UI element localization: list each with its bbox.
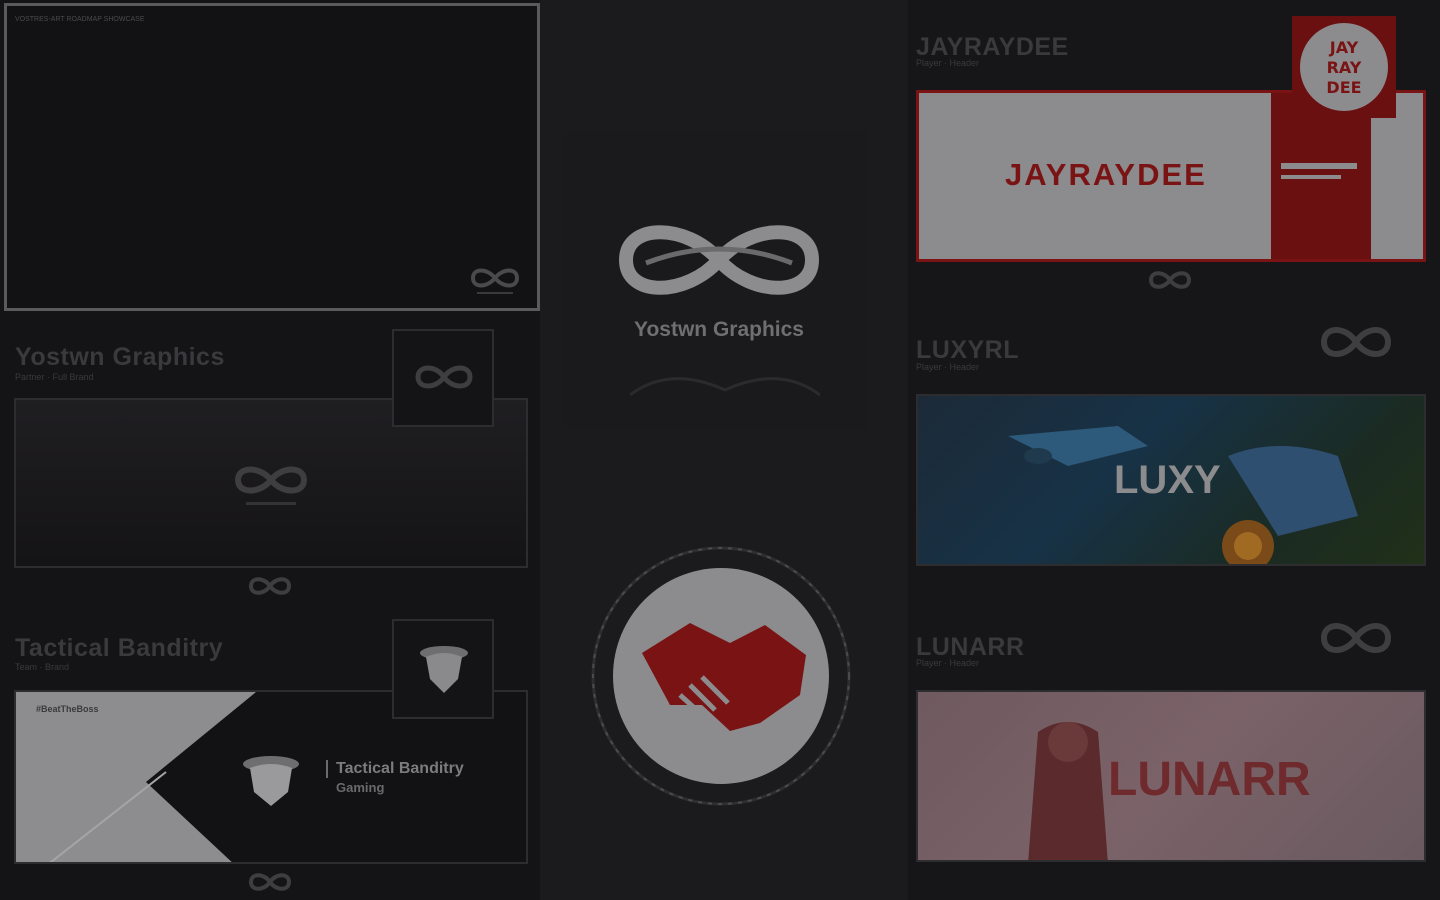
infinity-logo-icon bbox=[618, 225, 820, 295]
infinity-logo-icon bbox=[415, 365, 473, 389]
infinity-footer-icon bbox=[248, 577, 292, 595]
card-subtitle: Partner · Full Brand bbox=[15, 372, 94, 382]
card-title: Yostwn Graphics bbox=[15, 343, 225, 371]
banner-name: LUXY bbox=[1114, 458, 1221, 502]
handshake-badge-icon bbox=[591, 546, 851, 806]
banner-sub: Gaming bbox=[336, 780, 385, 795]
bandit-mask-icon bbox=[420, 646, 468, 693]
showcase-caption: VOSTRES-ART ROADMAP SHOWCASE bbox=[15, 16, 145, 23]
infinity-logo-icon bbox=[470, 268, 520, 294]
card-subtitle: Player · Header bbox=[916, 58, 980, 68]
card-subtitle: Player · Header bbox=[916, 658, 980, 668]
infinity-logo-icon bbox=[234, 466, 308, 505]
jrd-badge-icon: JAY RAY DEE bbox=[1300, 23, 1388, 111]
center-logo-text: Yostwn Graphics bbox=[634, 318, 804, 341]
banner-name: LUNARR bbox=[1108, 753, 1311, 806]
infinity-footer-icon bbox=[1148, 271, 1192, 289]
card-avatar[interactable]: JAY RAY DEE bbox=[1292, 16, 1396, 118]
infinity-footer-icon bbox=[248, 873, 292, 891]
card-subtitle: Player · Header bbox=[916, 362, 980, 372]
banner-line bbox=[1281, 163, 1357, 169]
card-subtitle: Team · Brand bbox=[15, 662, 70, 672]
wave-decoration-icon bbox=[630, 377, 820, 397]
card-title: LUXYRL bbox=[916, 336, 1019, 364]
svg-text:JAY: JAY bbox=[1329, 38, 1359, 57]
banner-tag: #BeatTheBoss bbox=[36, 704, 99, 714]
banner-line bbox=[1281, 175, 1341, 179]
infinity-logo-icon bbox=[1320, 327, 1392, 357]
card-banner[interactable]: LUNARR bbox=[916, 690, 1426, 862]
bandit-mask-icon bbox=[243, 756, 299, 806]
card-avatar[interactable] bbox=[392, 329, 494, 427]
showcase-frame[interactable]: VOSTRES-ART ROADMAP SHOWCASE bbox=[4, 3, 540, 311]
banner-name: Tactical Banditry bbox=[326, 760, 464, 778]
banner-name: JAYRAYDEE bbox=[1005, 157, 1207, 192]
card-avatar[interactable] bbox=[392, 619, 494, 719]
svg-text:RAY: RAY bbox=[1327, 58, 1362, 77]
card-banner[interactable]: LUXY bbox=[916, 394, 1426, 566]
card-title: Tactical Banditry bbox=[15, 634, 224, 662]
infinity-logo-icon bbox=[1320, 623, 1392, 653]
svg-text:DEE: DEE bbox=[1326, 78, 1361, 97]
